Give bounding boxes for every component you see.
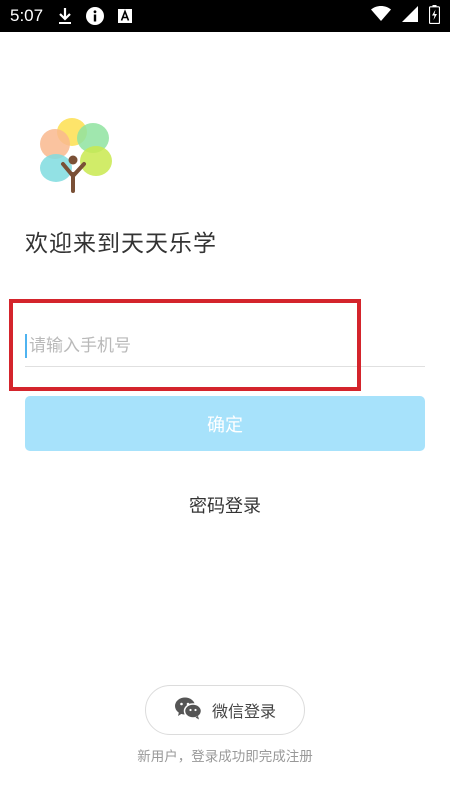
app-logo bbox=[36, 116, 114, 194]
wechat-login-button[interactable]: 微信登录 bbox=[145, 685, 305, 735]
text-cursor bbox=[25, 333, 27, 358]
phone-field[interactable] bbox=[25, 325, 425, 367]
phone-input[interactable] bbox=[29, 325, 409, 366]
status-bar: 5:07 bbox=[0, 0, 450, 32]
confirm-button[interactable]: 确定 bbox=[25, 396, 425, 451]
password-login-link[interactable]: 密码登录 bbox=[0, 492, 450, 518]
download-icon bbox=[57, 7, 73, 25]
wifi-icon bbox=[371, 6, 391, 26]
status-time: 5:07 bbox=[10, 6, 44, 25]
battery-icon bbox=[428, 4, 441, 28]
status-right bbox=[371, 4, 441, 28]
wechat-icon bbox=[174, 696, 203, 724]
font-icon bbox=[117, 8, 133, 24]
wechat-login-label: 微信登录 bbox=[211, 702, 276, 721]
signal-icon bbox=[401, 5, 419, 27]
register-note: 新用户，登录成功即完成注册 bbox=[137, 749, 313, 765]
info-icon bbox=[85, 6, 105, 26]
welcome-title: 欢迎来到天天乐学 bbox=[25, 231, 217, 257]
